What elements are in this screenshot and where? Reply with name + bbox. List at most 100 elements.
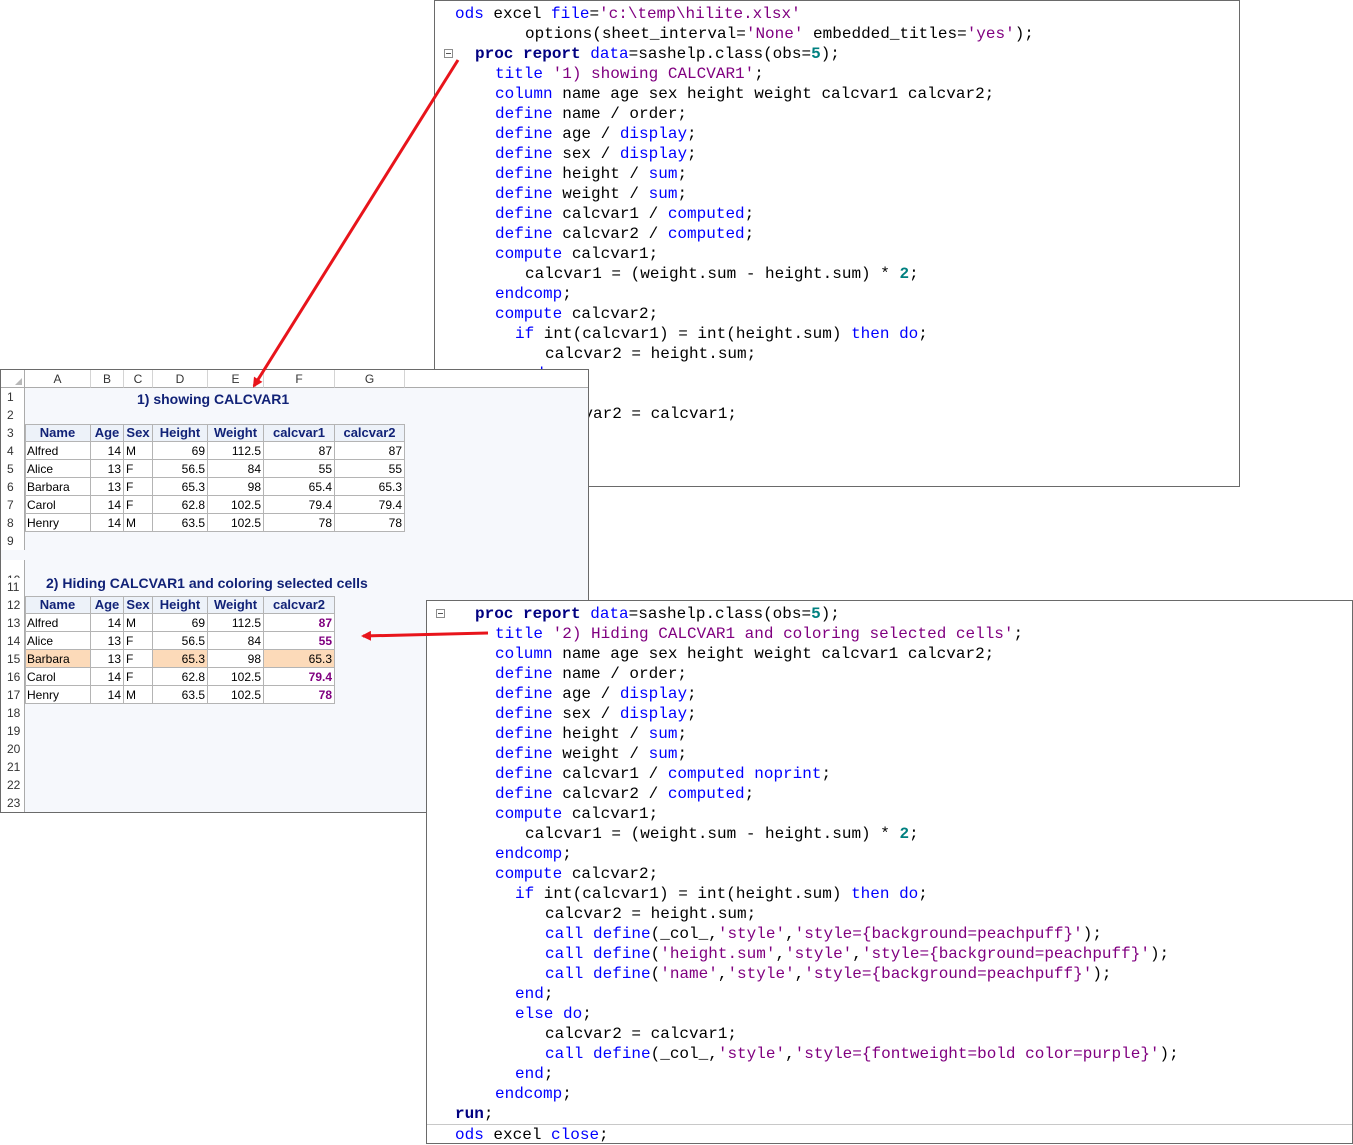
code-line[interactable]: define weight / sum; bbox=[427, 744, 1352, 764]
code-line[interactable]: compute calcvar2; bbox=[435, 304, 1239, 324]
code-line[interactable]: ods excel file='c:\temp\hilite.xlsx' bbox=[435, 4, 1239, 24]
code-line[interactable]: define weight / sum; bbox=[435, 184, 1239, 204]
code-line[interactable]: calcvar1 = (weight.sum - height.sum) * 2… bbox=[427, 824, 1352, 844]
table-cell[interactable]: 87 bbox=[264, 442, 335, 460]
table-cell[interactable]: 13 bbox=[91, 650, 124, 668]
row-header[interactable]: 3 bbox=[1, 424, 25, 442]
table-cell[interactable]: Alfred bbox=[25, 614, 91, 632]
table-cell[interactable]: 98 bbox=[208, 650, 264, 668]
table-cell[interactable]: 14 bbox=[91, 514, 124, 532]
code-line[interactable]: call define('height.sum','style','style=… bbox=[427, 944, 1352, 964]
code-line[interactable]: compute calcvar1; bbox=[435, 244, 1239, 264]
table-cell[interactable]: M bbox=[124, 614, 153, 632]
table-cell[interactable]: 63.5 bbox=[153, 686, 208, 704]
table-cell[interactable]: 14 bbox=[91, 668, 124, 686]
code-line[interactable]: ods excel close; bbox=[427, 1124, 1352, 1144]
table-cell[interactable]: F bbox=[124, 650, 153, 668]
table-cell[interactable]: F bbox=[124, 496, 153, 514]
table-cell[interactable]: Barbara bbox=[25, 650, 91, 668]
row-header[interactable]: 17 bbox=[1, 686, 25, 704]
code-line[interactable]: proc report data=sashelp.class(obs=5); bbox=[427, 604, 1352, 624]
table-cell[interactable]: 102.5 bbox=[208, 496, 264, 514]
code-line[interactable]: define calcvar1 / computed; bbox=[435, 204, 1239, 224]
table-header-cell[interactable]: Weight bbox=[208, 596, 264, 614]
column-header[interactable]: G bbox=[335, 370, 405, 388]
table-cell[interactable]: 98 bbox=[208, 478, 264, 496]
table-cell[interactable]: 79.4 bbox=[264, 668, 335, 686]
table-cell[interactable]: 102.5 bbox=[208, 686, 264, 704]
code-line[interactable]: else do; bbox=[427, 1004, 1352, 1024]
row-header[interactable]: 23 bbox=[1, 794, 25, 812]
code-line[interactable]: title '2) Hiding CALCVAR1 and coloring s… bbox=[427, 624, 1352, 644]
code-line[interactable]: end; bbox=[427, 984, 1352, 1004]
table-cell[interactable]: Henry bbox=[25, 514, 91, 532]
table-cell[interactable]: 65.3 bbox=[264, 650, 335, 668]
table-cell[interactable]: 14 bbox=[91, 442, 124, 460]
table-header-cell[interactable]: Age bbox=[91, 424, 124, 442]
code-line[interactable]: column name age sex height weight calcva… bbox=[427, 644, 1352, 664]
code-line[interactable]: define name / order; bbox=[435, 104, 1239, 124]
row-header[interactable]: 4 bbox=[1, 442, 25, 460]
table-cell[interactable]: 78 bbox=[264, 514, 335, 532]
code-line[interactable]: define calcvar2 / computed; bbox=[435, 224, 1239, 244]
table-cell[interactable]: Barbara bbox=[25, 478, 91, 496]
table-cell[interactable]: 112.5 bbox=[208, 442, 264, 460]
table-cell[interactable]: Carol bbox=[25, 668, 91, 686]
table-cell[interactable]: 79.4 bbox=[335, 496, 405, 514]
table-cell[interactable]: 79.4 bbox=[264, 496, 335, 514]
code-line[interactable]: if int(calcvar1) = int(height.sum) then … bbox=[427, 884, 1352, 904]
select-all-corner[interactable] bbox=[1, 370, 25, 388]
row-header[interactable]: 20 bbox=[1, 740, 25, 758]
code-line[interactable]: call define(_col_,'style','style={backgr… bbox=[427, 924, 1352, 944]
table-cell[interactable]: 65.3 bbox=[335, 478, 405, 496]
code-line[interactable]: endcomp; bbox=[435, 284, 1239, 304]
code-line[interactable]: define sex / display; bbox=[427, 704, 1352, 724]
row-header[interactable]: 15 bbox=[1, 650, 25, 668]
table-header-cell[interactable]: Sex bbox=[124, 596, 153, 614]
row-header[interactable]: 7 bbox=[1, 496, 25, 514]
table-header-cell[interactable]: Name bbox=[25, 424, 91, 442]
table-cell[interactable]: 78 bbox=[335, 514, 405, 532]
table-cell[interactable]: 55 bbox=[264, 460, 335, 478]
row-header[interactable]: 21 bbox=[1, 758, 25, 776]
code-line[interactable]: proc report data=sashelp.class(obs=5); bbox=[435, 44, 1239, 64]
table-cell[interactable]: 87 bbox=[335, 442, 405, 460]
table-cell[interactable]: F bbox=[124, 460, 153, 478]
code-line[interactable]: compute calcvar2; bbox=[427, 864, 1352, 884]
table-cell[interactable]: Henry bbox=[25, 686, 91, 704]
fold-toggle-icon[interactable] bbox=[444, 49, 453, 58]
column-header[interactable]: D bbox=[153, 370, 208, 388]
table-cell[interactable]: 62.8 bbox=[153, 496, 208, 514]
table-cell[interactable]: 56.5 bbox=[153, 460, 208, 478]
code-line[interactable]: endcomp; bbox=[427, 1084, 1352, 1104]
row-header[interactable]: 8 bbox=[1, 514, 25, 532]
code-line[interactable]: run; bbox=[427, 1104, 1352, 1124]
table-cell[interactable]: 87 bbox=[264, 614, 335, 632]
table-cell[interactable]: F bbox=[124, 632, 153, 650]
table-header-cell[interactable]: calcvar1 bbox=[264, 424, 335, 442]
code-line[interactable]: define age / display; bbox=[427, 684, 1352, 704]
row-header[interactable]: 12 bbox=[1, 596, 25, 614]
fold-toggle-icon[interactable] bbox=[436, 609, 445, 618]
row-header[interactable]: 13 bbox=[1, 614, 25, 632]
table-cell[interactable]: 102.5 bbox=[208, 668, 264, 686]
table-cell[interactable]: 55 bbox=[335, 460, 405, 478]
row-header[interactable]: 22 bbox=[1, 776, 25, 794]
code-line[interactable]: if int(calcvar1) = int(height.sum) then … bbox=[435, 324, 1239, 344]
table-cell[interactable]: 62.8 bbox=[153, 668, 208, 686]
row-header[interactable]: 1 bbox=[1, 388, 25, 406]
table-cell[interactable]: 55 bbox=[264, 632, 335, 650]
column-header[interactable]: C bbox=[124, 370, 153, 388]
code-line[interactable]: end; bbox=[427, 1064, 1352, 1084]
table-cell[interactable]: 13 bbox=[91, 478, 124, 496]
table-cell[interactable]: 14 bbox=[91, 614, 124, 632]
column-header[interactable]: E bbox=[208, 370, 264, 388]
table-cell[interactable]: F bbox=[124, 668, 153, 686]
code-line[interactable]: define age / display; bbox=[435, 124, 1239, 144]
code-line[interactable]: define calcvar1 / computed noprint; bbox=[427, 764, 1352, 784]
row-header[interactable]: 16 bbox=[1, 668, 25, 686]
table-header-cell[interactable]: Height bbox=[153, 596, 208, 614]
row-header[interactable]: 9 bbox=[1, 532, 25, 550]
table-cell[interactable]: Alice bbox=[25, 632, 91, 650]
code-line[interactable]: calcvar1 = (weight.sum - height.sum) * 2… bbox=[435, 264, 1239, 284]
